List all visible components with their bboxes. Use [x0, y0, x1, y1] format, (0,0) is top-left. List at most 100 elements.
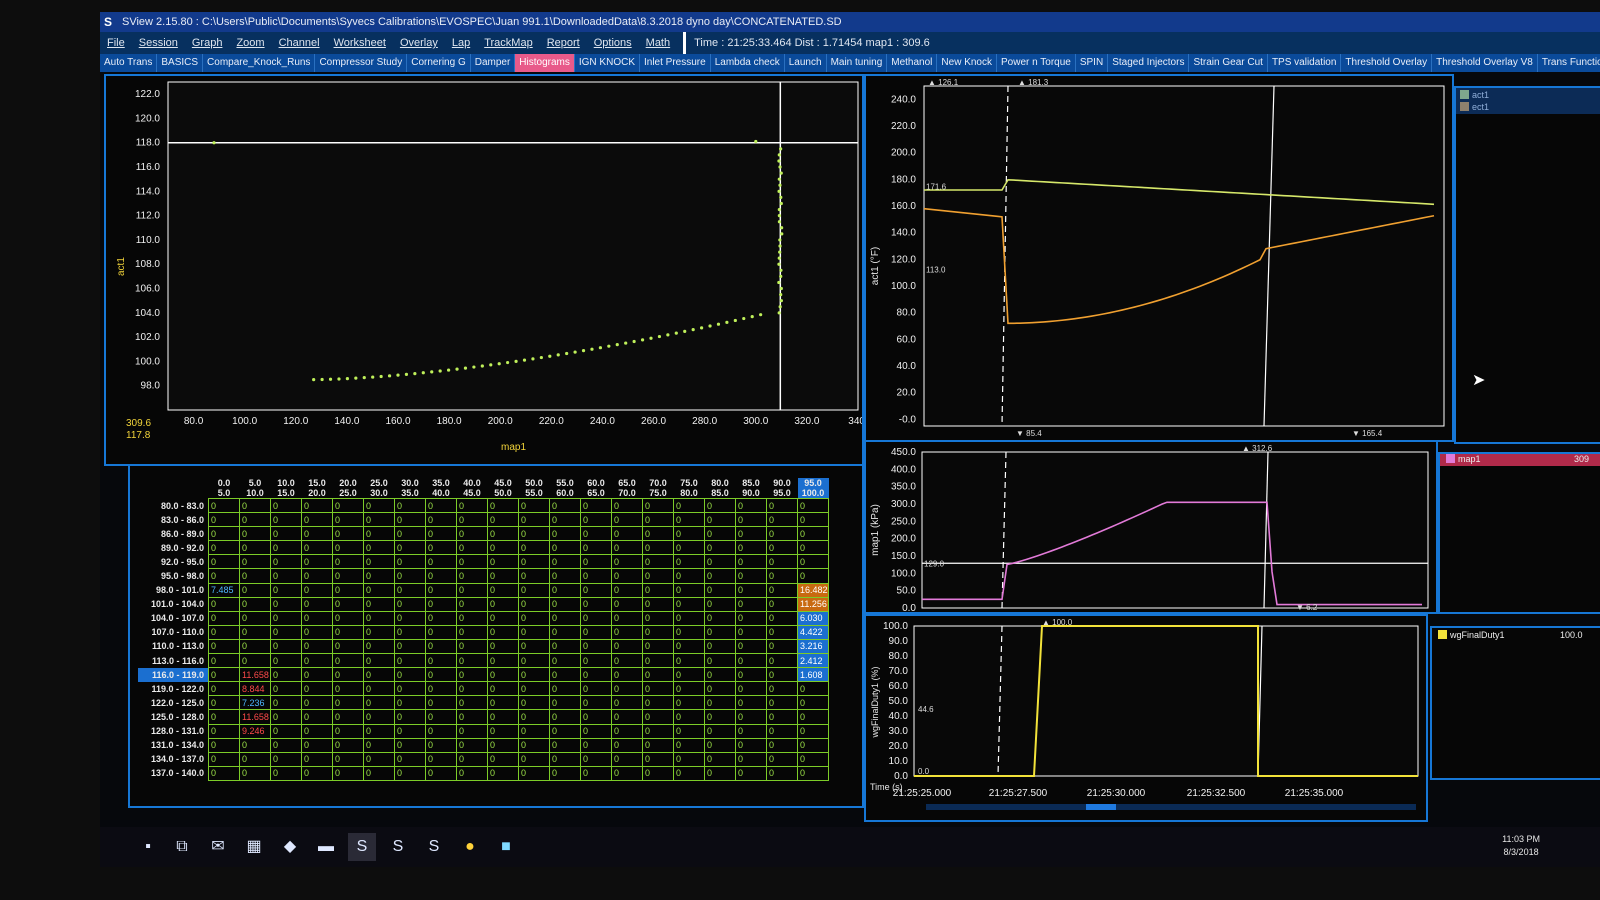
hist-cell[interactable]: 0 [457, 513, 488, 527]
hist-cell[interactable]: 0 [612, 766, 643, 780]
hist-cell[interactable]: 0 [798, 724, 829, 738]
hist-cell[interactable]: 0 [364, 611, 395, 625]
hist-cell[interactable]: 0 [550, 668, 581, 682]
hist-cell[interactable]: 0 [550, 752, 581, 766]
hist-cell[interactable]: 0 [612, 639, 643, 653]
hist-cell[interactable]: 0 [736, 569, 767, 583]
hist-cell[interactable]: 0 [612, 738, 643, 752]
hist-cell[interactable]: 0 [302, 625, 333, 639]
hist-cell[interactable]: 0 [612, 541, 643, 555]
hist-cell[interactable]: 0 [705, 569, 736, 583]
hist-cell[interactable]: 0 [209, 668, 240, 682]
calendar-icon[interactable]: ▦ [240, 833, 268, 861]
hist-cell[interactable]: 16.482 [798, 583, 829, 597]
hist-cell[interactable]: 0 [395, 696, 426, 710]
hist-cell[interactable]: 0 [550, 583, 581, 597]
hist-cell[interactable]: 0 [240, 597, 271, 611]
hist-cell[interactable]: 0 [302, 710, 333, 724]
hist-cell[interactable]: 0 [736, 541, 767, 555]
hist-cell[interactable]: 0 [550, 555, 581, 569]
system-clock[interactable]: 11:03 PM 8/3/2018 [1502, 833, 1540, 859]
tab-tps-validation[interactable]: TPS validation [1268, 54, 1341, 72]
hist-cell[interactable]: 0 [519, 555, 550, 569]
hist-cell[interactable]: 0 [209, 513, 240, 527]
hist-cell[interactable]: 0 [395, 639, 426, 653]
hist-cell[interactable]: 0 [457, 625, 488, 639]
act-ect-plot[interactable]: 240.0220.0200.0180.0160.0140.0120.0100.0… [866, 76, 1452, 440]
hist-cell[interactable]: 0 [302, 499, 333, 513]
hist-cell[interactable]: 0 [240, 639, 271, 653]
hist-cell[interactable]: 0 [271, 682, 302, 696]
hist-cell[interactable]: 0 [302, 527, 333, 541]
hist-cell[interactable]: 0 [271, 611, 302, 625]
hist-cell[interactable]: 0 [798, 513, 829, 527]
hist-cell[interactable]: 0 [333, 499, 364, 513]
hist-cell[interactable]: 0 [364, 639, 395, 653]
menu-math[interactable]: Math [639, 32, 677, 54]
hist-cell[interactable]: 0 [674, 625, 705, 639]
hist-cell[interactable]: 0 [581, 710, 612, 724]
hist-cell[interactable]: 0 [519, 668, 550, 682]
hist-cell[interactable]: 11.658 [240, 710, 271, 724]
hist-cell[interactable]: 0 [767, 710, 798, 724]
hist-cell[interactable]: 0 [457, 527, 488, 541]
scatter-plot[interactable]: 122.0120.0118.0116.0114.0112.0110.0108.0… [106, 76, 862, 464]
hist-cell[interactable]: 0 [705, 541, 736, 555]
hist-cell[interactable]: 0 [395, 766, 426, 780]
hist-cell[interactable]: 0 [674, 569, 705, 583]
hist-cell[interactable]: 0 [767, 513, 798, 527]
hist-cell[interactable]: 0 [457, 724, 488, 738]
hist-cell[interactable]: 0 [550, 597, 581, 611]
hist-cell[interactable]: 0 [581, 639, 612, 653]
hist-cell[interactable]: 0 [271, 766, 302, 780]
hist-cell[interactable]: 0 [581, 583, 612, 597]
hist-cell[interactable]: 0 [333, 724, 364, 738]
hist-cell[interactable]: 0 [240, 625, 271, 639]
hist-cell[interactable]: 0 [550, 625, 581, 639]
hist-cell[interactable]: 0 [333, 527, 364, 541]
hist-cell[interactable]: 0 [612, 569, 643, 583]
hist-cell[interactable]: 0 [674, 513, 705, 527]
hist-cell[interactable]: 0 [519, 654, 550, 668]
hist-cell[interactable]: 0 [674, 682, 705, 696]
hist-cell[interactable]: 0 [736, 639, 767, 653]
menu-trackmap[interactable]: TrackMap [477, 32, 540, 54]
hist-cell[interactable]: 0 [302, 696, 333, 710]
hist-cell[interactable]: 0 [705, 639, 736, 653]
mail-icon[interactable]: ✉ [204, 833, 232, 861]
hist-cell[interactable]: 0 [364, 710, 395, 724]
hist-cell[interactable]: 0 [457, 668, 488, 682]
hist-cell[interactable]: 0 [240, 513, 271, 527]
hist-cell[interactable]: 0 [302, 541, 333, 555]
tab-basics[interactable]: BASICS [157, 54, 203, 72]
hist-cell[interactable]: 0 [705, 583, 736, 597]
hist-cell[interactable]: 0 [333, 569, 364, 583]
hist-cell[interactable]: 0 [333, 555, 364, 569]
hist-cell[interactable]: 0 [426, 499, 457, 513]
hist-cell[interactable]: 0 [767, 583, 798, 597]
hist-cell[interactable]: 0 [426, 611, 457, 625]
hist-cell[interactable]: 0 [767, 682, 798, 696]
hist-cell[interactable]: 0 [271, 668, 302, 682]
hist-cell[interactable]: 0 [364, 625, 395, 639]
hist-cell[interactable]: 0 [426, 710, 457, 724]
hist-cell[interactable]: 0 [705, 696, 736, 710]
hist-cell[interactable]: 0 [643, 682, 674, 696]
hist-cell[interactable]: 0 [767, 696, 798, 710]
hist-cell[interactable]: 0 [457, 569, 488, 583]
hist-cell[interactable]: 0 [612, 555, 643, 569]
hist-cell[interactable]: 0 [612, 696, 643, 710]
hist-cell[interactable]: 0 [643, 499, 674, 513]
hist-cell[interactable]: 0 [488, 625, 519, 639]
hist-cell[interactable]: 0 [364, 738, 395, 752]
hist-cell[interactable]: 0 [209, 625, 240, 639]
hist-cell[interactable]: 0 [457, 583, 488, 597]
hist-cell[interactable]: 0 [736, 738, 767, 752]
hist-cell[interactable]: 0 [674, 639, 705, 653]
hist-cell[interactable]: 0 [395, 499, 426, 513]
hist-cell[interactable]: 0 [488, 710, 519, 724]
hist-cell[interactable]: 0 [550, 541, 581, 555]
hist-cell[interactable]: 0 [364, 583, 395, 597]
hist-cell[interactable]: 0 [736, 611, 767, 625]
hist-cell[interactable]: 0 [519, 639, 550, 653]
